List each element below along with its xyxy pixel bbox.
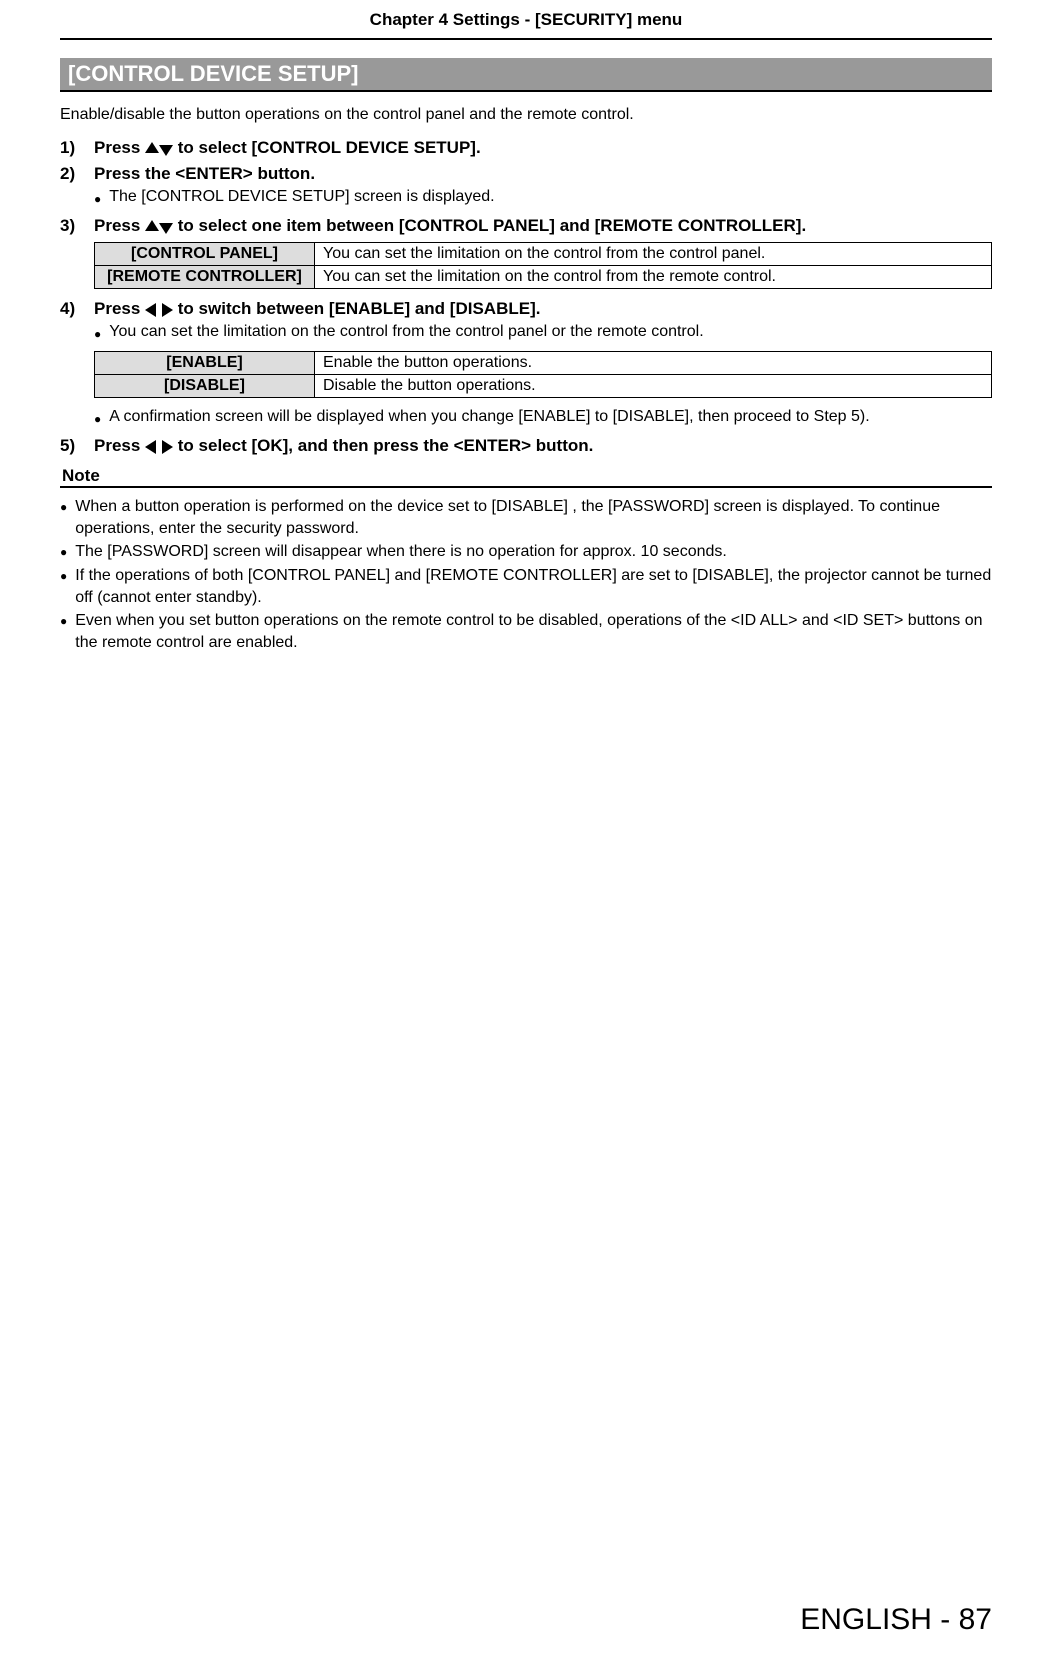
step-3-num: 3) [60,216,94,236]
step-2-sub-text: The [CONTROL DEVICE SETUP] screen is dis… [109,188,494,206]
table-desc-cell: Enable the button operations. [315,352,992,375]
note-2: ● The [PASSWORD] screen will disappear w… [60,541,992,563]
step-4-prefix: Press [94,299,145,318]
note-heading: Note [60,466,992,488]
table-control-options: [CONTROL PANEL] You can set the limitati… [94,242,992,289]
bullet-icon: ● [94,323,101,345]
bullet-icon: ● [94,408,101,430]
note-4-text: Even when you set button operations on t… [75,610,992,653]
note-4: ● Even when you set button operations on… [60,610,992,653]
intro-text: Enable/disable the button operations on … [60,106,992,124]
table-label-cell: [ENABLE] [95,352,315,375]
table-label-cell: [DISABLE] [95,375,315,398]
step-5: 5) Press to select [OK], and then press … [60,436,992,456]
step-1-suffix: to select [CONTROL DEVICE SETUP]. [173,138,481,157]
note-2-text: The [PASSWORD] screen will disappear whe… [75,541,992,563]
step-1-text: Press to select [CONTROL DEVICE SETUP]. [94,138,992,158]
chapter-header: Chapter 4 Settings - [SECURITY] menu [60,0,992,40]
note-1-text: When a button operation is performed on … [75,496,992,539]
note-3: ● If the operations of both [CONTROL PAN… [60,565,992,608]
step-3-prefix: Press [94,216,145,235]
step-4-sub1: ● You can set the limitation on the cont… [94,323,992,345]
left-right-arrow-icon [145,440,173,454]
step-2-text: Press the <ENTER> button. [94,164,992,184]
step-4-sub1-text: You can set the limitation on the contro… [109,323,703,341]
step-3-text: Press to select one item between [CONTRO… [94,216,992,236]
footer-page: 87 [959,1603,992,1636]
table-row: [DISABLE] Disable the button operations. [95,375,992,398]
step-4-text: Press to switch between [ENABLE] and [DI… [94,299,992,319]
step-4-suffix: to switch between [ENABLE] and [DISABLE]… [173,299,540,318]
bullet-icon: ● [60,541,67,563]
step-5-text: Press to select [OK], and then press the… [94,436,992,456]
bullet-icon: ● [94,188,101,210]
step-2-num: 2) [60,164,94,184]
table-label-cell: [CONTROL PANEL] [95,243,315,266]
bullet-icon: ● [60,565,67,587]
step-3-suffix: to select one item between [CONTROL PANE… [173,216,806,235]
step-5-suffix: to select [OK], and then press the <ENTE… [173,436,593,455]
step-5-prefix: Press [94,436,145,455]
note-1: ● When a button operation is performed o… [60,496,992,539]
table-row: [REMOTE CONTROLLER] You can set the limi… [95,266,992,289]
step-4-num: 4) [60,299,94,319]
note-3-text: If the operations of both [CONTROL PANEL… [75,565,992,608]
step-3: 3) Press to select one item between [CON… [60,216,992,236]
step-5-num: 5) [60,436,94,456]
up-down-arrow-icon [145,142,173,156]
table-row: [CONTROL PANEL] You can set the limitati… [95,243,992,266]
step-1-num: 1) [60,138,94,158]
bullet-icon: ● [60,610,67,632]
table-enable-disable: [ENABLE] Enable the button operations. [… [94,351,992,398]
table-desc-cell: You can set the limitation on the contro… [315,266,992,289]
bullet-icon: ● [60,496,67,518]
left-right-arrow-icon [145,303,173,317]
step-1-prefix: Press [94,138,145,157]
footer-lang: ENGLISH - [800,1603,958,1636]
step-4: 4) Press to switch between [ENABLE] and … [60,299,992,345]
section-title: [CONTROL DEVICE SETUP] [60,58,992,92]
step-1: 1) Press to select [CONTROL DEVICE SETUP… [60,138,992,158]
step-4-sub2: ● A confirmation screen will be displaye… [94,408,992,430]
table-desc-cell: Disable the button operations. [315,375,992,398]
table-row: [ENABLE] Enable the button operations. [95,352,992,375]
step-4-sub2-text: A confirmation screen will be displayed … [109,408,869,426]
content-area: [CONTROL DEVICE SETUP] Enable/disable th… [0,40,1052,654]
table-label-cell: [REMOTE CONTROLLER] [95,266,315,289]
table-desc-cell: You can set the limitation on the contro… [315,243,992,266]
step-2-sub: ● The [CONTROL DEVICE SETUP] screen is d… [94,188,992,210]
page-footer: ENGLISH - 87 [800,1603,992,1637]
step-2: 2) Press the <ENTER> button. ● The [CONT… [60,164,992,210]
up-down-arrow-icon [145,220,173,234]
